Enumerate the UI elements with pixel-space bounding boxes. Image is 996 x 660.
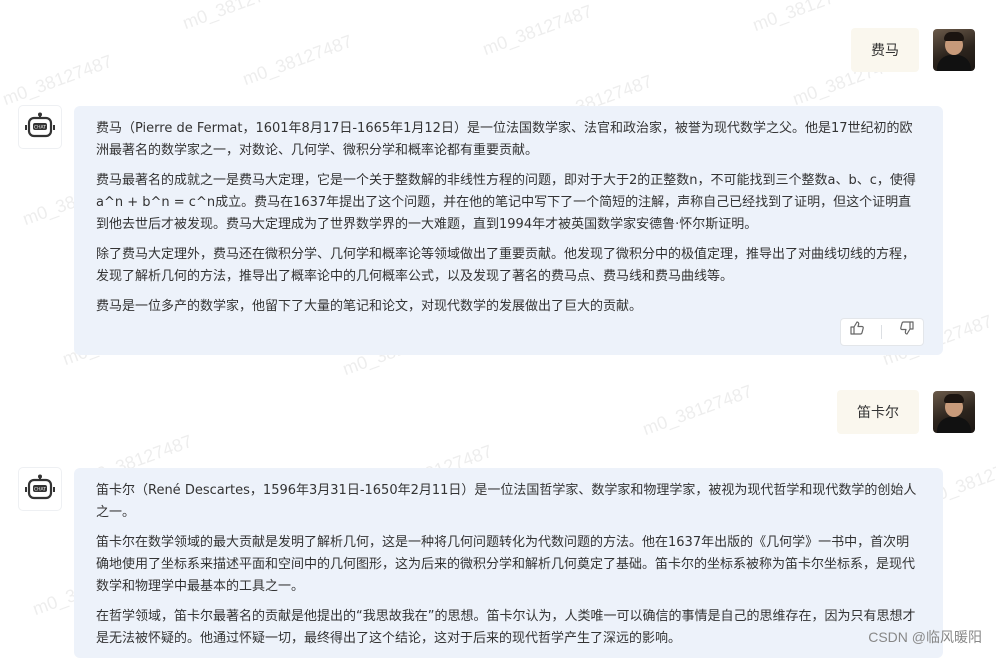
thumbs-down-icon[interactable] — [899, 320, 915, 344]
bot-avatar-robot-icon: CHAT — [19, 106, 61, 148]
user-avatar — [933, 391, 975, 433]
csdn-watermark: CSDN @临风暖阳 — [868, 629, 982, 645]
bot-paragraph: 在哲学领域，笛卡尔最著名的贡献是他提出的“我思故我在”的思想。笛卡尔认为，人类唯… — [96, 609, 916, 646]
user-message-2: 笛卡尔 — [837, 390, 975, 434]
svg-text:CHAT: CHAT — [34, 125, 46, 131]
bot-message-card-1: 费马（Pierre de Fermat，1601年8月17日-1665年1月12… — [74, 106, 943, 355]
user-avatar — [933, 29, 975, 71]
watermark-text: m0_38127487 — [749, 0, 865, 36]
watermark-text: m0_38127487 — [479, 0, 595, 60]
bot-paragraph: 除了费马大定理外，费马还在微积分学、几何学和概率论等领域做出了重要贡献。他发现了… — [96, 247, 916, 284]
user-message-1: 费马 — [851, 28, 975, 72]
user-bubble-text: 费马 — [851, 28, 919, 72]
feedback-divider — [881, 325, 883, 339]
bot-avatar-robot-icon: CHAT — [19, 468, 61, 510]
bot-paragraph: 费马（Pierre de Fermat，1601年8月17日-1665年1月12… — [96, 121, 913, 158]
user-bubble-text: 笛卡尔 — [837, 390, 919, 434]
thumbs-up-icon[interactable] — [849, 320, 865, 344]
feedback-buttons — [840, 318, 924, 346]
bot-paragraph: 费马最著名的成就之一是费马大定理，它是一个关于整数解的非线性方程的问题，即对于大… — [96, 173, 916, 232]
watermark-text: m0_38127487 — [639, 380, 755, 440]
bot-message-card-2: 笛卡尔（René Descartes，1596年3月31日-1650年2月11日… — [74, 468, 943, 658]
watermark-text: m0_38127487 — [0, 50, 115, 110]
bot-paragraph: 费马是一位多产的数学家，他留下了大量的笔记和论文，对现代数学的发展做出了巨大的贡… — [96, 299, 643, 314]
svg-text:CHAT: CHAT — [34, 487, 46, 493]
watermark-text: m0_38127487 — [239, 30, 355, 90]
watermark-text: m0_38127487 — [179, 0, 295, 34]
bot-paragraph: 笛卡尔在数学领域的最大贡献是发明了解析几何，这是一种将几何问题转化为代数问题的方… — [96, 535, 916, 594]
bot-paragraph: 笛卡尔（René Descartes，1596年3月31日-1650年2月11日… — [96, 483, 917, 520]
